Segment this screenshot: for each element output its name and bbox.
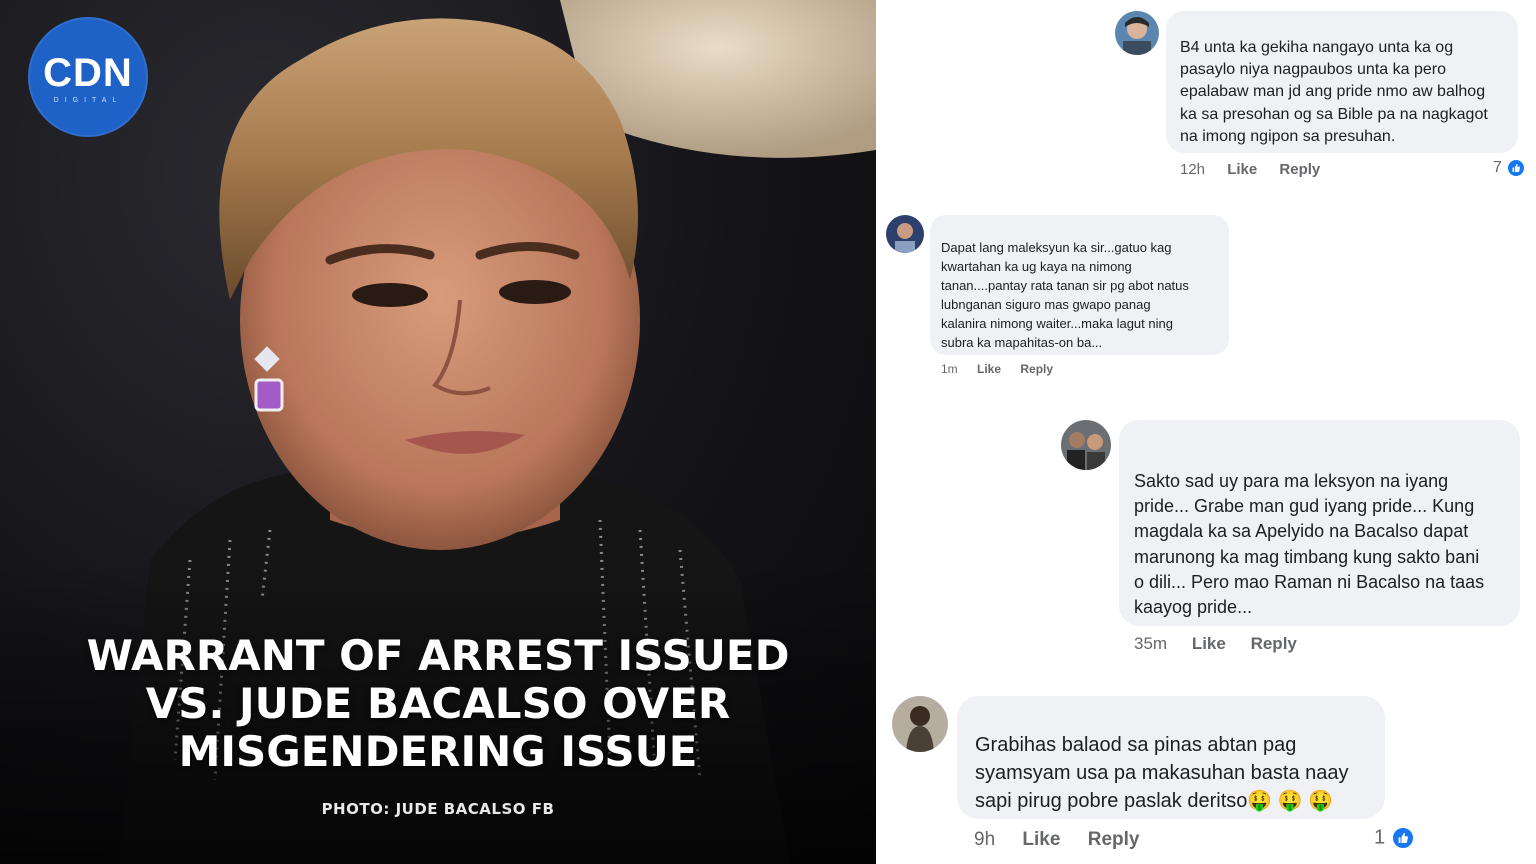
headline-line: VS. JUDE BACALSO OVER [145,679,731,728]
comment-text-line: Sakto sad uy para ma leksyon na iyang [1134,471,1449,491]
comment-time: 12h [1180,161,1206,178]
comment-text-line: na imong ngipon sa presuhan. [1180,127,1396,145]
comment-time: 1m [941,362,958,376]
reply-button[interactable]: Reply [1088,829,1140,851]
comments-panel: B4 unta ka gekiha nangayo unta ka og pas… [876,0,1536,864]
comment-text-line: o dili... Pero mao Raman ni Bacalso na t… [1134,571,1485,592]
comment-text-line: pride... Grabe man gud iyang pride... Ku… [1134,496,1475,517]
comment-text-line: Dapat lang maleksyun ka sir...gatuo kag [941,240,1172,255]
comment-text-line: magdala ka sa Apelyido na Bacalso dapat [1134,521,1469,542]
comment-text-line: ka sa presohan og sa Bible pa na nagkago… [1180,105,1488,123]
comment-text-line: B4 unta ka gekiha nangayo unta ka og [1180,39,1454,56]
reaction-number: 7 [1493,159,1502,177]
comment-text-line: kalanira nimong waiter...maka lagut ning [941,316,1173,331]
comment-text-line: marunong ka mag timbang kung sakto bani [1134,546,1480,567]
comment-text-line: kaayog pride... [1134,597,1253,618]
comment-meta: 12h Like Reply [1180,161,1320,178]
avatar-photo [886,215,924,253]
commenter-avatar[interactable] [892,696,948,752]
like-reaction-icon [1506,158,1527,178]
photo-credit: PHOTO: JUDE BACALSO FB [321,800,555,818]
like-button[interactable]: Like [1192,634,1226,654]
commenter-avatar[interactable] [1115,11,1159,55]
headline-line: WARRANT OF ARREST ISSUED [86,631,790,680]
comment-time: 35m [1134,634,1168,653]
avatar-photo [1115,11,1159,55]
like-button[interactable]: Like [1022,829,1060,851]
reaction-count[interactable]: 1 [1374,826,1415,850]
logo-text: CDN [43,51,133,95]
avatar-photo [892,696,948,752]
commenter-avatar[interactable] [1061,420,1111,470]
comment-bubble: Dapat lang maleksyun ka sir...gatuo kag … [930,215,1229,355]
like-button[interactable]: Like [1227,161,1257,178]
comment-bubble: Grabihas balaod sa pinas abtan pag syams… [957,696,1385,819]
comment-time: 9h [974,829,996,850]
comment-meta: 1m Like Reply [941,362,1053,376]
comment-bubble: B4 unta ka gekiha nangayo unta ka og pas… [1166,11,1518,153]
comment-text-line: kwartahan ka ug kaya na nimong [941,259,1132,274]
comment-text-line: Grabihas balaod sa pinas abtan pag [975,734,1297,756]
like-reaction-icon [1390,826,1415,850]
article-photo-panel: CDN DIGITAL WARRANT OF ARREST ISSUED VS.… [0,0,876,864]
logo-subtext: DIGITAL [53,97,123,104]
cdn-digital-logo: CDN DIGITAL [28,17,148,137]
comment-text-line: pasaylo niya nagpaubos unta ka pero [1180,61,1446,79]
comment-text-line: sapi pirug pobre paslak deritso🤑 🤑 🤑 [975,790,1334,812]
reply-button[interactable]: Reply [1279,161,1320,178]
comment-text-line: epalabaw man jd ang pride nmo aw balhog [1180,83,1486,101]
like-button[interactable]: Like [977,362,1001,376]
comment-text-line: tanan....pantay rata tanan sir pg abot n… [941,278,1189,293]
avatar-photo [1061,420,1111,470]
comment-text-line: lubnganan siguro mas gwapo panag [941,297,1151,312]
comment-text-line: subra ka mapahitas-on ba... [941,335,1103,350]
comment-text-line: syamsyam usa pa makasuhan basta naay [975,762,1349,784]
comment-bubble: Sakto sad uy para ma leksyon na iyang pr… [1119,420,1520,626]
article-headline: WARRANT OF ARREST ISSUED VS. JUDE BACALS… [40,632,836,776]
reaction-count[interactable]: 7 [1493,158,1527,178]
comment-meta: 35m Like Reply [1134,634,1297,654]
comment-meta: 9h Like Reply [974,829,1139,851]
reaction-number: 1 [1374,826,1386,849]
headline-line: MISGENDERING ISSUE [178,727,698,776]
reply-button[interactable]: Reply [1020,362,1053,376]
commenter-avatar[interactable] [886,215,924,253]
reply-button[interactable]: Reply [1251,634,1297,654]
